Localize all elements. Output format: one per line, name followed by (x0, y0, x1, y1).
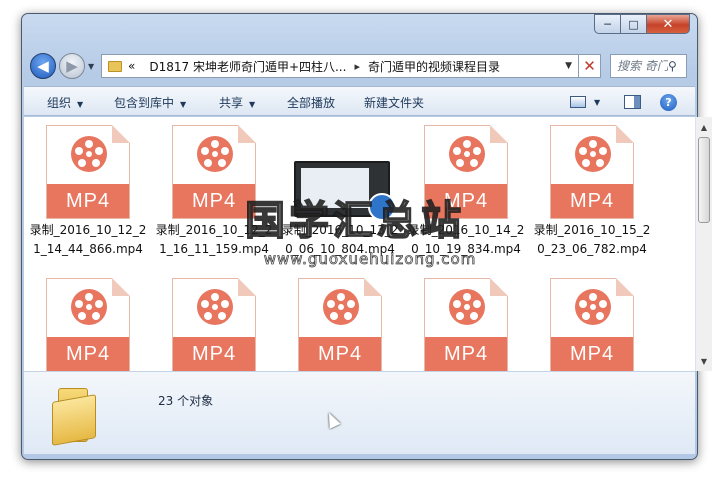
back-button[interactable]: ◀ (30, 53, 56, 79)
address-dropdown-icon[interactable]: ▼ (565, 61, 572, 71)
share-label: 共享 (219, 96, 244, 110)
search-box[interactable]: ⚲ (610, 54, 687, 78)
include-in-library-menu[interactable]: 包含到库中 ▼ (114, 94, 186, 111)
file-list[interactable]: MP4 录制_2016_10_12_21_14_44_866.mp4 MP4 录… (24, 117, 695, 371)
chevron-down-icon: ▼ (249, 100, 256, 109)
mp4-file-icon: MP4 (424, 125, 508, 219)
play-all-button[interactable]: 全部播放 (287, 94, 335, 111)
explorer-window: ─ □ ✕ ◀ ▶ ▼ « D1817 宋坤老师奇门遁甲+四柱八... ▸ 奇门… (21, 13, 712, 460)
file-name: 录制_2016_10_12_21_14_44_866.mp4 (29, 223, 147, 256)
mp4-file-icon: MP4 (550, 278, 634, 371)
new-folder-button[interactable]: 新建文件夹 (364, 94, 424, 111)
folder-icon (108, 60, 122, 72)
scrollbar-thumb[interactable] (698, 137, 710, 223)
file-type-label: MP4 (551, 337, 633, 371)
file-item[interactable]: 录制_2016_10_13_20_06_10_804.mp4 (281, 125, 399, 259)
breadcrumb-separator-icon[interactable]: ▸ (354, 60, 360, 73)
address-overflow-chevron[interactable]: « (128, 59, 135, 73)
file-name: 录制_2016_10_15_20_23_06_782.mp4 (533, 223, 651, 256)
file-item[interactable]: MP4 (29, 278, 147, 371)
file-type-label: MP4 (425, 337, 507, 371)
file-item[interactable]: MP4 (281, 278, 399, 371)
view-icon (570, 96, 586, 108)
breadcrumb-parent[interactable]: D1817 宋坤老师奇门遁甲+四柱八... (149, 58, 346, 75)
search-input[interactable] (611, 59, 668, 73)
minimize-button[interactable]: ─ (594, 14, 620, 34)
file-item[interactable]: MP4 录制_2016_10_12_21_16_11_159.mp4 (155, 125, 273, 259)
scroll-down-icon[interactable]: ▼ (696, 353, 712, 369)
file-type-label: MP4 (425, 184, 507, 218)
mp4-file-icon: MP4 (46, 278, 130, 371)
folder-icon (52, 386, 100, 446)
mp4-file-icon: MP4 (424, 278, 508, 371)
preview-pane-icon (624, 95, 641, 109)
include-in-library-label: 包含到库中 (114, 96, 175, 110)
forward-button[interactable]: ▶ (59, 53, 85, 79)
file-item[interactable]: MP4 (407, 278, 525, 371)
file-name: 录制_2016_10_13_20_06_10_804.mp4 (281, 223, 399, 256)
file-item[interactable]: MP4 录制_2016_10_12_21_14_44_866.mp4 (29, 125, 147, 259)
maximize-button[interactable]: □ (620, 14, 646, 34)
navigation-bar: ◀ ▶ ▼ « D1817 宋坤老师奇门遁甲+四柱八... ▸ 奇门遁甲的视频课… (22, 47, 697, 83)
organize-label: 组织 (47, 96, 72, 110)
mp4-file-icon: MP4 (298, 278, 382, 371)
file-item[interactable]: MP4 录制_2016_10_14_20_10_19_834.mp4 (407, 125, 525, 259)
search-icon[interactable]: ⚲ (668, 59, 677, 73)
scroll-up-icon[interactable]: ▲ (696, 119, 712, 135)
file-type-label: MP4 (47, 337, 129, 371)
file-type-label: MP4 (173, 184, 255, 218)
recent-pages-dropdown[interactable]: ▼ (88, 62, 94, 71)
help-icon: ? (660, 93, 677, 111)
details-pane: 23 个对象 (24, 371, 695, 454)
mp4-file-icon: MP4 (172, 278, 256, 371)
help-button[interactable]: ? (660, 92, 677, 112)
share-menu[interactable]: 共享 ▼ (219, 94, 255, 111)
chevron-down-icon: ▼ (180, 100, 187, 109)
mp4-file-icon: MP4 (46, 125, 130, 219)
item-count: 23 个对象 (158, 394, 214, 408)
file-item[interactable]: MP4 (533, 278, 651, 371)
chevron-down-icon: ▼ (594, 97, 601, 107)
change-view-button[interactable]: ▼ (570, 92, 600, 112)
mp4-file-icon: MP4 (172, 125, 256, 219)
file-item[interactable]: MP4 录制_2016_10_15_20_23_06_782.mp4 (533, 125, 651, 259)
file-name: 录制_2016_10_14_20_10_19_834.mp4 (407, 223, 525, 256)
file-type-label: MP4 (47, 184, 129, 218)
organize-menu[interactable]: 组织 ▼ (47, 94, 83, 111)
video-thumbnail (298, 125, 382, 219)
close-button[interactable]: ✕ (646, 14, 690, 34)
file-item[interactable]: MP4 (155, 278, 273, 371)
file-type-label: MP4 (551, 184, 633, 218)
vertical-scrollbar[interactable]: ▲ ▼ (695, 117, 712, 371)
preview-pane-button[interactable] (624, 92, 641, 112)
file-type-label: MP4 (173, 337, 255, 371)
chevron-down-icon: ▼ (77, 100, 84, 109)
breadcrumb-current[interactable]: 奇门遁甲的视频课程目录 (368, 58, 500, 75)
stop-refresh-button[interactable]: ✕ (579, 54, 601, 78)
mp4-file-icon: MP4 (550, 125, 634, 219)
file-name: 录制_2016_10_12_21_16_11_159.mp4 (155, 223, 273, 256)
file-type-label: MP4 (299, 337, 381, 371)
address-bar[interactable]: « D1817 宋坤老师奇门遁甲+四柱八... ▸ 奇门遁甲的视频课程目录 ▼ (101, 54, 579, 78)
command-bar: 组织 ▼ 包含到库中 ▼ 共享 ▼ 全部播放 新建文件夹 ▼ ? (24, 86, 695, 116)
window-controls: ─ □ ✕ (594, 14, 690, 34)
